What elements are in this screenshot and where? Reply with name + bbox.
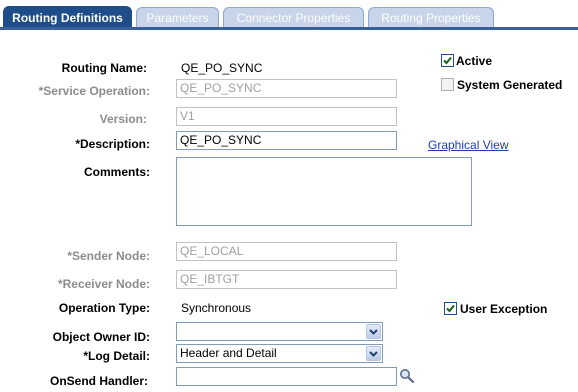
version-field: V1: [176, 107, 397, 126]
sender-node-field: QE_LOCAL: [176, 242, 397, 261]
operation-type-value: Synchronous: [181, 301, 252, 315]
graphical-view-link[interactable]: Graphical View: [428, 138, 508, 152]
sender-node-label: *Sender Node:: [67, 249, 150, 263]
routing-name-label: Routing Name:: [61, 61, 147, 75]
object-owner-id-select[interactable]: [176, 322, 383, 341]
object-owner-id-label: Object Owner ID:: [52, 330, 150, 344]
active-label: Active: [456, 54, 493, 68]
onsend-handler-field[interactable]: [176, 367, 397, 386]
user-exception-checkbox[interactable]: [444, 302, 457, 315]
checkmark-icon: [446, 304, 455, 313]
comments-label: Comments:: [83, 165, 150, 179]
active-checkbox[interactable]: [441, 54, 454, 67]
magnifier-icon[interactable]: [399, 368, 415, 384]
description-label: *Description:: [75, 137, 150, 151]
log-detail-select[interactable]: Header and Detail: [176, 344, 383, 363]
chevron-down-icon[interactable]: [366, 346, 381, 361]
routing-name-value: QE_PO_SYNC: [181, 61, 263, 75]
chevron-down-icon[interactable]: [366, 324, 381, 339]
service-operation-label: *Service Operation:: [38, 84, 150, 98]
tab-underline: [0, 27, 578, 30]
user-exception-label: User Exception: [460, 302, 548, 316]
log-detail-label: *Log Detail:: [83, 349, 150, 363]
system-generated-checkbox: [441, 78, 454, 91]
onsend-handler-label: OnSend Handler:: [49, 374, 148, 388]
tab-routing-properties[interactable]: Routing Properties: [368, 7, 494, 28]
version-label: Version:: [99, 112, 147, 126]
tab-bar: Routing Definitions Parameters Connector…: [0, 0, 578, 30]
system-generated-label: System Generated: [457, 78, 563, 92]
tab-connector-properties[interactable]: Connector Properties: [223, 7, 364, 28]
description-field[interactable]: QE_PO_SYNC: [176, 131, 397, 150]
tab-parameters[interactable]: Parameters: [136, 7, 219, 28]
receiver-node-field: QE_IBTGT: [176, 270, 397, 289]
receiver-node-label: *Receiver Node:: [57, 277, 150, 291]
operation-type-label: Operation Type:: [58, 301, 150, 315]
comments-textarea[interactable]: [176, 157, 472, 226]
checkmark-icon: [443, 56, 452, 65]
log-detail-value: Header and Detail: [180, 346, 277, 360]
service-operation-field: QE_PO_SYNC: [176, 79, 397, 98]
